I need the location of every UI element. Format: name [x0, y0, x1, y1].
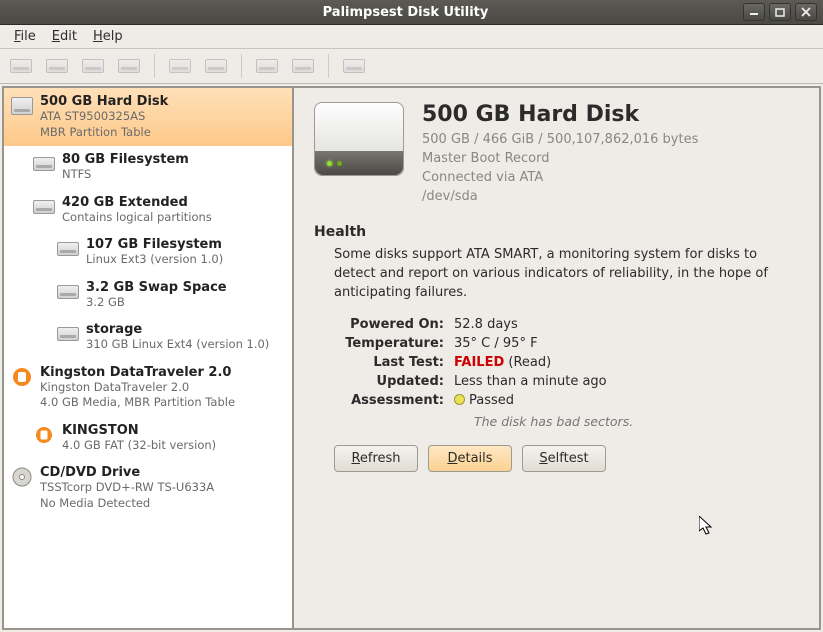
toolbar-separator	[328, 54, 329, 78]
usb-drive-icon	[10, 365, 34, 389]
sidebar-item-optical[interactable]: CD/DVD Drive TSSTcorp DVD+-RW TS-U633A N…	[4, 459, 292, 517]
health-note: The disk has bad sectors.	[474, 414, 799, 429]
last-test-value: FAILED (Read)	[454, 355, 799, 370]
assessment-value: Passed	[454, 393, 799, 408]
sidebar-item-sub: 4.0 GB Media, MBR Partition Table	[40, 395, 235, 411]
toolbar-unmount-icon[interactable]	[42, 53, 72, 79]
sidebar-item-extended[interactable]: 420 GB Extended Contains logical partiti…	[4, 189, 292, 232]
refresh-button[interactable]: Refresh	[334, 445, 418, 472]
sidebar-item-label: storage	[86, 322, 269, 337]
sidebar-item-hard-disk[interactable]: 500 GB Hard Disk ATA ST9500325AS MBR Par…	[4, 88, 292, 146]
window-title: Palimpsest Disk Utility	[70, 5, 741, 20]
toolbar-unlock-icon[interactable]	[165, 53, 195, 79]
sidebar-item-label: 500 GB Hard Disk	[40, 94, 168, 109]
close-button[interactable]	[795, 3, 817, 21]
assessment-label: Assessment:	[334, 393, 454, 408]
partition-icon	[56, 280, 80, 304]
menubar: File Edit Help	[0, 25, 823, 49]
selftest-button[interactable]: Selftest	[522, 445, 606, 472]
sidebar-item-sub: TSSTcorp DVD+-RW TS-U633A	[40, 480, 214, 496]
sidebar-item-label: Kingston DataTraveler 2.0	[40, 365, 235, 380]
sidebar-item-sub: 310 GB Linux Ext4 (version 1.0)	[86, 337, 269, 353]
sidebar-item-label: CD/DVD Drive	[40, 465, 214, 480]
hard-disk-icon	[10, 94, 34, 118]
temperature-value: 35° C / 95° F	[454, 336, 799, 351]
menu-file[interactable]: File	[6, 27, 44, 46]
sidebar-item-sub: NTFS	[62, 167, 189, 183]
partition-scheme: Master Boot Record	[422, 150, 698, 169]
toolbar-lock-icon[interactable]	[201, 53, 231, 79]
minimize-button[interactable]	[743, 3, 765, 21]
partition-icon	[32, 152, 56, 176]
connection: Connected via ATA	[422, 169, 698, 188]
partition-icon	[32, 195, 56, 219]
toolbar-separator	[154, 54, 155, 78]
sidebar-item-sub: Linux Ext3 (version 1.0)	[86, 252, 223, 268]
toolbar-separator	[241, 54, 242, 78]
toolbar-mount-icon[interactable]	[6, 53, 36, 79]
sidebar-item-sub: Contains logical partitions	[62, 210, 212, 226]
sidebar-item-sub: 3.2 GB	[86, 295, 227, 311]
status-dot-icon	[454, 394, 465, 405]
sidebar-item-swap[interactable]: 3.2 GB Swap Space 3.2 GB	[4, 274, 292, 317]
temperature-label: Temperature:	[334, 336, 454, 351]
sidebar-item-sub: 4.0 GB FAT (32-bit version)	[62, 438, 216, 454]
sidebar-item-sub: No Media Detected	[40, 496, 214, 512]
sidebar-item-sub: ATA ST9500325AS	[40, 109, 168, 125]
updated-label: Updated:	[334, 374, 454, 389]
sidebar-item-storage[interactable]: storage 310 GB Linux Ext4 (version 1.0)	[4, 316, 292, 359]
powered-on-value: 52.8 days	[454, 317, 799, 332]
toolbar-detach-icon[interactable]	[114, 53, 144, 79]
disk-title: 500 GB Hard Disk	[422, 102, 698, 127]
sidebar-item-usb-drive[interactable]: Kingston DataTraveler 2.0 Kingston DataT…	[4, 359, 292, 417]
toolbar-stop-icon[interactable]	[288, 53, 318, 79]
last-test-label: Last Test:	[334, 355, 454, 370]
sidebar-item-sub: Kingston DataTraveler 2.0	[40, 380, 235, 396]
partition-icon	[56, 237, 80, 261]
partition-icon	[56, 322, 80, 346]
device-path: /dev/sda	[422, 188, 698, 207]
menu-edit[interactable]: Edit	[44, 27, 85, 46]
toolbar-eject-icon[interactable]	[78, 53, 108, 79]
sidebar-item-label: 3.2 GB Swap Space	[86, 280, 227, 295]
menu-help[interactable]: Help	[85, 27, 131, 46]
details-button[interactable]: Details	[428, 445, 512, 472]
sidebar-item-partition[interactable]: KINGSTON 4.0 GB FAT (32-bit version)	[4, 417, 292, 460]
sidebar-item-partition[interactable]: 80 GB Filesystem NTFS	[4, 146, 292, 189]
toolbar-erase-icon[interactable]	[339, 53, 369, 79]
optical-drive-icon	[10, 465, 34, 489]
health-heading: Health	[314, 224, 799, 240]
usb-drive-icon	[32, 423, 56, 447]
sidebar-item-label: 420 GB Extended	[62, 195, 212, 210]
detail-pane: 500 GB Hard Disk 500 GB / 466 GiB / 500,…	[293, 86, 821, 630]
powered-on-label: Powered On:	[334, 317, 454, 332]
device-tree[interactable]: 500 GB Hard Disk ATA ST9500325AS MBR Par…	[2, 86, 293, 630]
updated-value: Less than a minute ago	[454, 374, 799, 389]
hard-disk-large-icon	[314, 102, 404, 176]
toolbar-start-icon[interactable]	[252, 53, 282, 79]
sidebar-item-sub: MBR Partition Table	[40, 125, 168, 141]
sidebar-item-label: KINGSTON	[62, 423, 216, 438]
health-body: Some disks support ATA SMART, a monitori…	[334, 246, 794, 303]
maximize-button[interactable]	[769, 3, 791, 21]
titlebar: Palimpsest Disk Utility	[0, 0, 823, 25]
sidebar-item-partition[interactable]: 107 GB Filesystem Linux Ext3 (version 1.…	[4, 231, 292, 274]
disk-size: 500 GB / 466 GiB / 500,107,862,016 bytes	[422, 131, 698, 150]
sidebar-item-label: 80 GB Filesystem	[62, 152, 189, 167]
sidebar-item-label: 107 GB Filesystem	[86, 237, 223, 252]
toolbar	[0, 49, 823, 84]
